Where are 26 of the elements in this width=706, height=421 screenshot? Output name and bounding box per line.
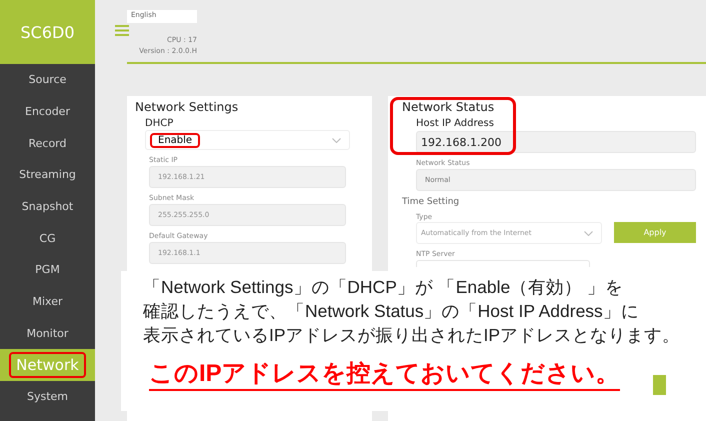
sidebar-item[interactable]: System: [0, 380, 95, 413]
sidebar-item[interactable]: Mixer: [0, 286, 95, 318]
annotation-text: 「Network Settings」の「DHCP」が 「Enable（有効） 」を 確認したうえで、「Network Status」の「Host IP Address」に 表示されているIPアドレスが振り出されたIPアドレスとなります。: [143, 276, 674, 347]
chevron-icon: [584, 230, 593, 236]
sidebar-item[interactable]: Record: [0, 127, 95, 160]
warning-text: このIPアドレスを控えておいてください。: [149, 357, 620, 391]
sidebar-item[interactable]: PGM: [0, 254, 95, 286]
input-field: 192.168.1.200: [416, 131, 696, 153]
input-field[interactable]: [416, 260, 590, 267]
card-title: Network Settings: [135, 100, 240, 114]
field-label: DHCP: [145, 118, 174, 129]
button-edge: [653, 375, 666, 395]
logo: SC6D0: [0, 0, 95, 64]
menu-icon[interactable]: [115, 25, 129, 36]
sidebar-item[interactable]: Snapshot: [0, 190, 95, 222]
sidebar-item[interactable]: Streaming: [0, 159, 95, 191]
sidebar-item[interactable]: Source: [0, 64, 95, 96]
card-title: Network Status: [402, 100, 496, 114]
sidebar-item[interactable]: Encoder: [0, 96, 95, 128]
chevron-icon: [332, 138, 341, 142]
dhcp-dropdown[interactable]: Enable: [145, 130, 350, 150]
sidebar-item[interactable]: CG: [0, 222, 95, 254]
sidebar-item[interactable]: Monitor: [0, 318, 95, 350]
field-label: Host IP Address: [416, 118, 495, 129]
section-title: Time Setting: [402, 197, 460, 207]
dropdown-value: Enable: [150, 132, 200, 148]
